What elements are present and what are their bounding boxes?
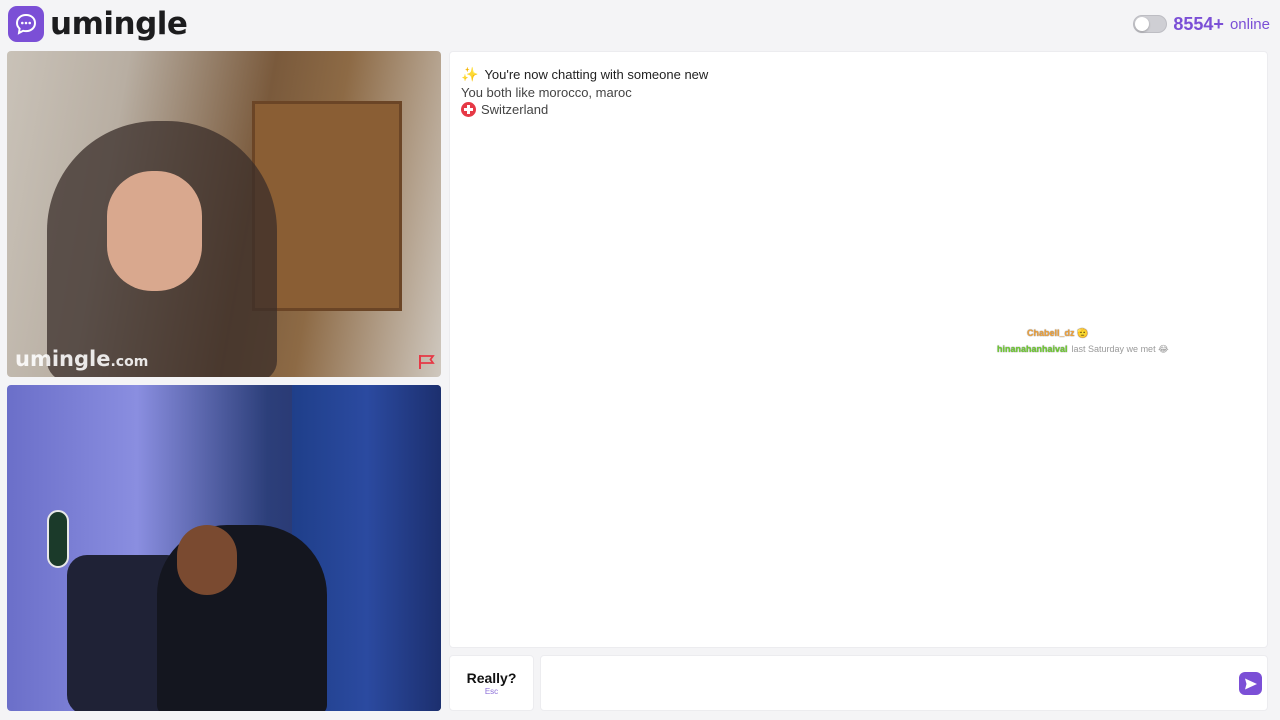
watermark-suffix: .com	[110, 354, 149, 370]
message-composer	[540, 655, 1268, 711]
swiss-flag-icon	[461, 102, 476, 117]
self-head	[177, 525, 237, 595]
report-flag-icon[interactable]	[417, 353, 437, 371]
country-name: Switzerland	[481, 102, 549, 117]
top-bar: umingle 8554+ online	[0, 0, 1280, 48]
brand-logo[interactable]: umingle	[8, 6, 188, 42]
online-count: 8554+	[1173, 13, 1224, 34]
chat-panel: ✨ You're now chatting with someone new Y…	[449, 51, 1268, 648]
overlay-emoji: 🫡	[1077, 328, 1089, 338]
common-interests: You both like morocco, maroc	[461, 85, 632, 100]
stranger-video: umingle.com	[7, 51, 441, 377]
mode-toggle[interactable]	[1133, 15, 1168, 33]
overlay-user-2: hinanahanhaival	[997, 344, 1068, 354]
skip-label: Really?	[466, 670, 517, 686]
stranger-face	[107, 171, 202, 291]
sparkle-icon: ✨	[461, 66, 479, 82]
wall-badge	[47, 510, 69, 568]
skip-button[interactable]: Really? Esc	[449, 655, 534, 711]
send-icon[interactable]	[1239, 672, 1262, 695]
stranger-country: Switzerland	[461, 102, 548, 117]
overlay-message: last Saturday we met 😂	[1071, 344, 1169, 354]
message-input[interactable]	[551, 668, 1231, 698]
chat-status: ✨ You're now chatting with someone new	[461, 66, 708, 83]
video-watermark: umingle.com	[15, 347, 148, 371]
chat-bubble-icon	[8, 6, 44, 42]
watermark-text: umingle	[15, 347, 111, 371]
stream-overlay-line-1: Chabell_dz 🫡	[1027, 328, 1088, 339]
online-indicator: 8554+ online	[1133, 14, 1270, 35]
brand-name: umingle	[50, 6, 188, 42]
skip-shortcut-hint: Esc	[484, 687, 499, 696]
overlay-user-1: Chabell_dz	[1027, 328, 1075, 338]
stream-overlay-line-2: hinanahanhaival last Saturday we met 😂	[997, 344, 1169, 355]
self-video	[7, 385, 441, 711]
status-text: You're now chatting with someone new	[484, 67, 709, 82]
online-label: online	[1229, 15, 1270, 33]
